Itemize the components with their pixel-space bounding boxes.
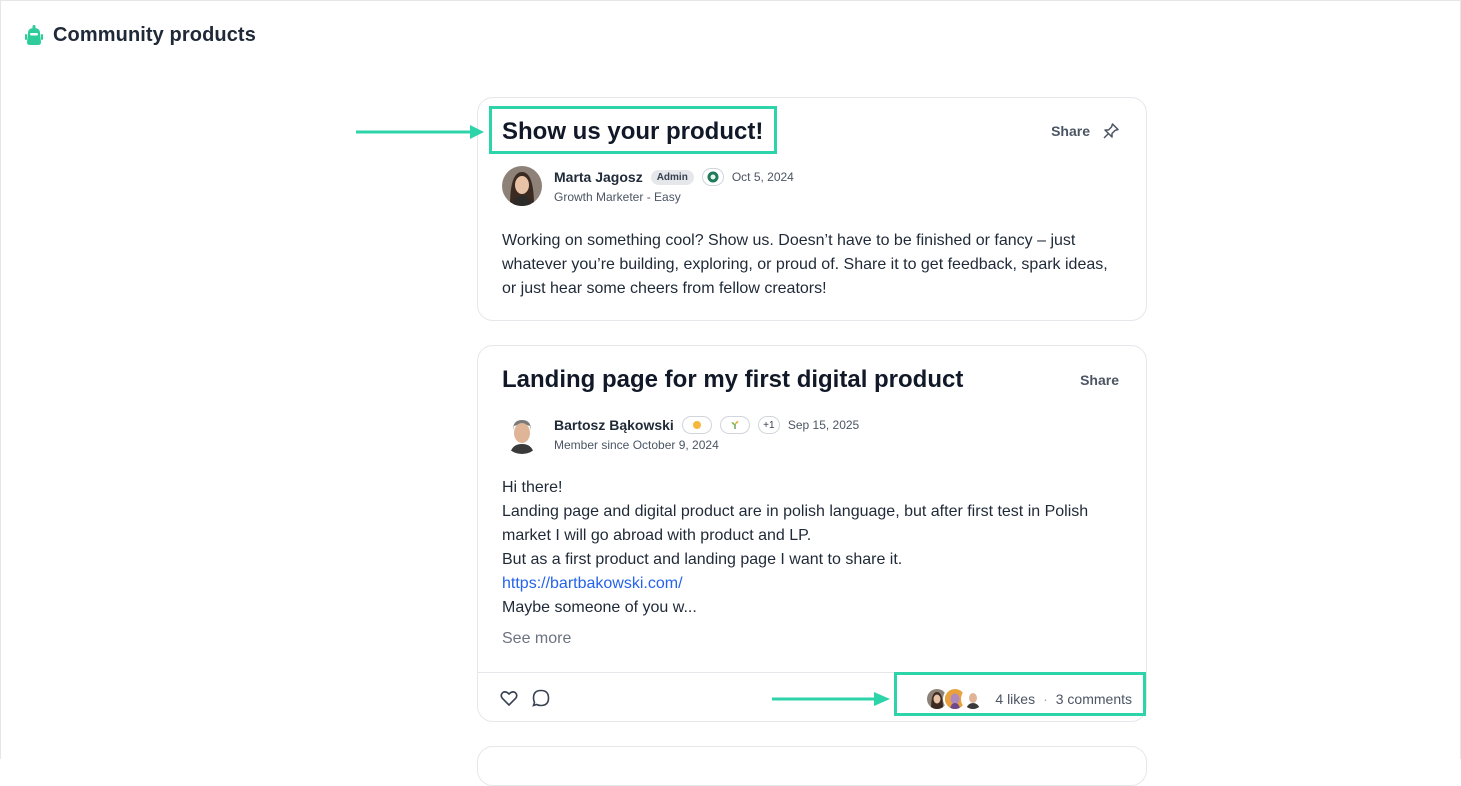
author-subtitle: Member since October 9, 2024 (554, 438, 719, 452)
share-controls: Share (1080, 372, 1119, 388)
body-paragraph: Hi there! (502, 479, 563, 496)
heart-icon[interactable] (499, 688, 519, 708)
author-name[interactable]: Bartosz Bąkowski (554, 417, 674, 433)
more-badges[interactable]: +1 (757, 416, 780, 434)
share-button[interactable]: Share (1051, 123, 1090, 139)
wave-badge-icon (681, 416, 712, 434)
body-paragraph: Maybe someone of you w... (502, 599, 697, 616)
body-paragraph: But as a first product and landing page … (502, 551, 903, 568)
post-body: Working on something cool? Show us. Does… (502, 229, 1122, 301)
highlight-box (894, 672, 1146, 716)
post-card[interactable]: Landing page for my first digital produc… (477, 345, 1147, 722)
share-controls: Share (1051, 122, 1120, 140)
page-title: Community products (53, 24, 256, 46)
author-row: Marta Jagosz Admin Oct 5, 2024 Growth Ma… (502, 166, 794, 206)
author-row: Bartosz Bąkowski +1 Sep 15, 2025 Member … (502, 414, 859, 454)
post-actions (499, 688, 551, 708)
highlight-box (489, 106, 777, 154)
page-header: Community products (25, 24, 256, 47)
community-bot-icon (25, 24, 43, 47)
post-link[interactable]: https://bartbakowski.com/ (502, 575, 683, 592)
share-button[interactable]: Share (1080, 372, 1119, 388)
sprout-badge-icon (719, 416, 750, 434)
avatar[interactable] (502, 414, 542, 454)
post-date: Sep 15, 2025 (787, 418, 860, 432)
post-date: Oct 5, 2024 (731, 170, 794, 184)
admin-badge: Admin (650, 169, 694, 185)
pin-icon[interactable] (1102, 122, 1120, 140)
comment-icon[interactable] (531, 688, 551, 708)
avatar[interactable] (502, 166, 542, 206)
author-name[interactable]: Marta Jagosz (554, 169, 643, 185)
post-body: Hi there! Landing page and digital produ… (502, 476, 1122, 620)
level-badge-icon (701, 168, 724, 186)
post-title[interactable]: Landing page for my first digital produc… (502, 366, 963, 394)
body-paragraph: Working on something cool? Show us. Does… (502, 232, 1108, 297)
body-paragraph: Landing page and digital product are in … (502, 503, 1089, 544)
annotation-arrow (772, 692, 890, 706)
author-subtitle: Growth Marketer - Easy (554, 190, 681, 204)
see-more-link[interactable]: See more (502, 630, 571, 648)
post-card[interactable] (477, 746, 1147, 786)
annotation-arrow (356, 125, 484, 139)
